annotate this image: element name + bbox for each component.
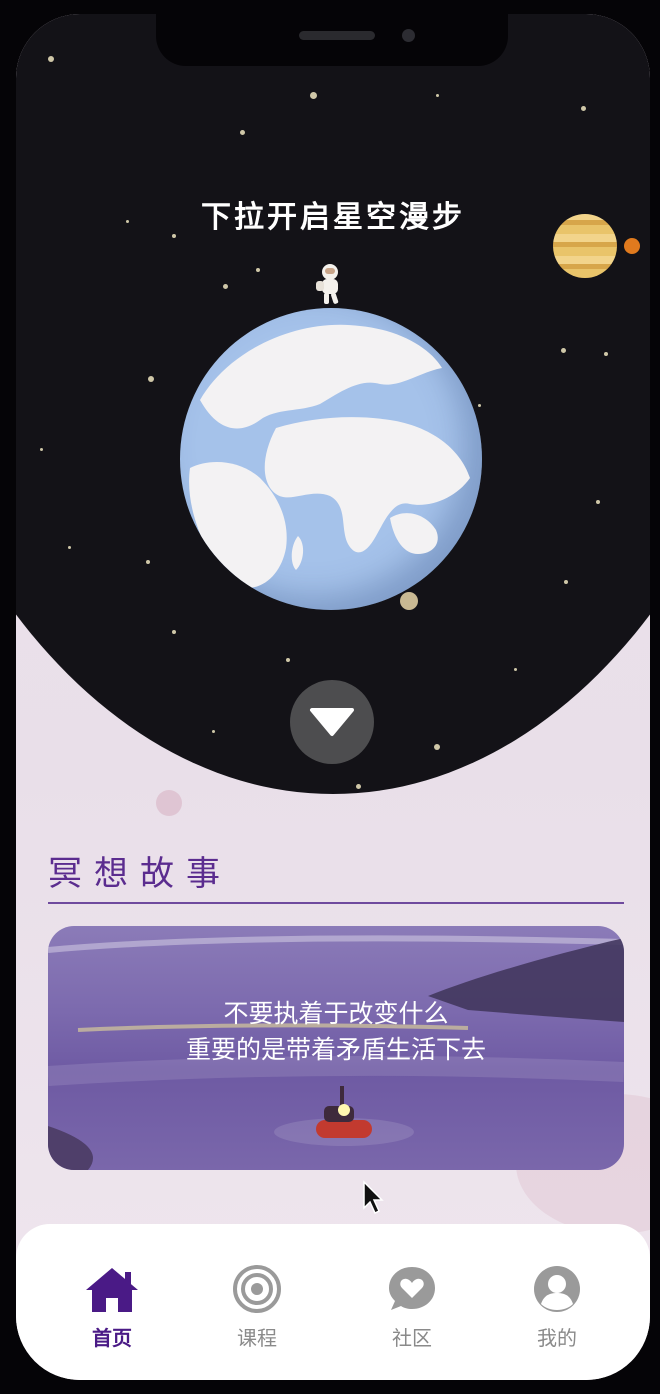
story-quote-line1: 不要执着于改变什么 [223, 999, 449, 1028]
tab-courses-label: 课程 [237, 1326, 277, 1350]
starry-sky-panel: 下拉开启星空漫步 [16, 14, 650, 794]
star [356, 784, 361, 789]
earth-globe [180, 308, 482, 610]
asteroid [400, 592, 418, 610]
star [310, 92, 317, 99]
tab-community[interactable]: 社区 [352, 1264, 472, 1360]
star [146, 560, 150, 564]
star [561, 348, 566, 353]
tab-home-label: 首页 [92, 1326, 132, 1350]
pull-down-hint: 下拉开启星空漫步 [201, 200, 465, 235]
mouse-cursor-icon [363, 1180, 384, 1215]
astronaut-icon [316, 264, 339, 304]
story-quote-line2: 重要的是带着矛盾生活下去 [185, 1035, 486, 1064]
star [604, 352, 608, 356]
section-divider [48, 902, 624, 904]
star [478, 404, 481, 407]
tab-profile[interactable]: 我的 [497, 1264, 617, 1360]
star [436, 94, 439, 97]
story-quote: 不要执着于改变什么 重要的是带着矛盾生活下去 [48, 996, 624, 1068]
star [68, 546, 71, 549]
star [240, 130, 245, 135]
phone-screen: 下拉开启星空漫步 冥想故事 不要执着于改变什么 重要的是带着矛盾生活下去 首页 … [16, 14, 650, 1380]
star [148, 376, 154, 382]
user-icon [534, 1266, 580, 1312]
small-moon [624, 238, 640, 254]
jupiter-planet [553, 214, 617, 278]
tab-profile-label: 我的 [537, 1326, 577, 1350]
star [256, 268, 260, 272]
star [564, 580, 568, 584]
speaker-grille [299, 31, 375, 40]
front-camera [402, 29, 415, 42]
star [596, 500, 600, 504]
device-notch [156, 14, 508, 66]
star [514, 668, 517, 671]
bottom-tab-bar: 首页 课程 社区 我的 [16, 1224, 650, 1380]
heart-bubble-icon [389, 1267, 435, 1310]
home-icon [86, 1268, 138, 1312]
star [172, 630, 176, 634]
target-icon [233, 1265, 281, 1313]
star [286, 658, 290, 662]
star [223, 284, 228, 289]
star [212, 730, 215, 733]
star [581, 106, 586, 111]
star [40, 448, 43, 451]
expand-down-button[interactable] [290, 680, 374, 764]
tab-home[interactable]: 首页 [52, 1264, 172, 1360]
story-card[interactable]: 不要执着于改变什么 重要的是带着矛盾生活下去 [48, 926, 624, 1170]
star [48, 56, 54, 62]
section-title: 冥想故事 [48, 854, 232, 894]
tab-community-label: 社区 [392, 1326, 432, 1350]
star [434, 744, 440, 750]
tab-courses[interactable]: 课程 [197, 1264, 317, 1360]
chevron-down-icon [310, 708, 354, 736]
